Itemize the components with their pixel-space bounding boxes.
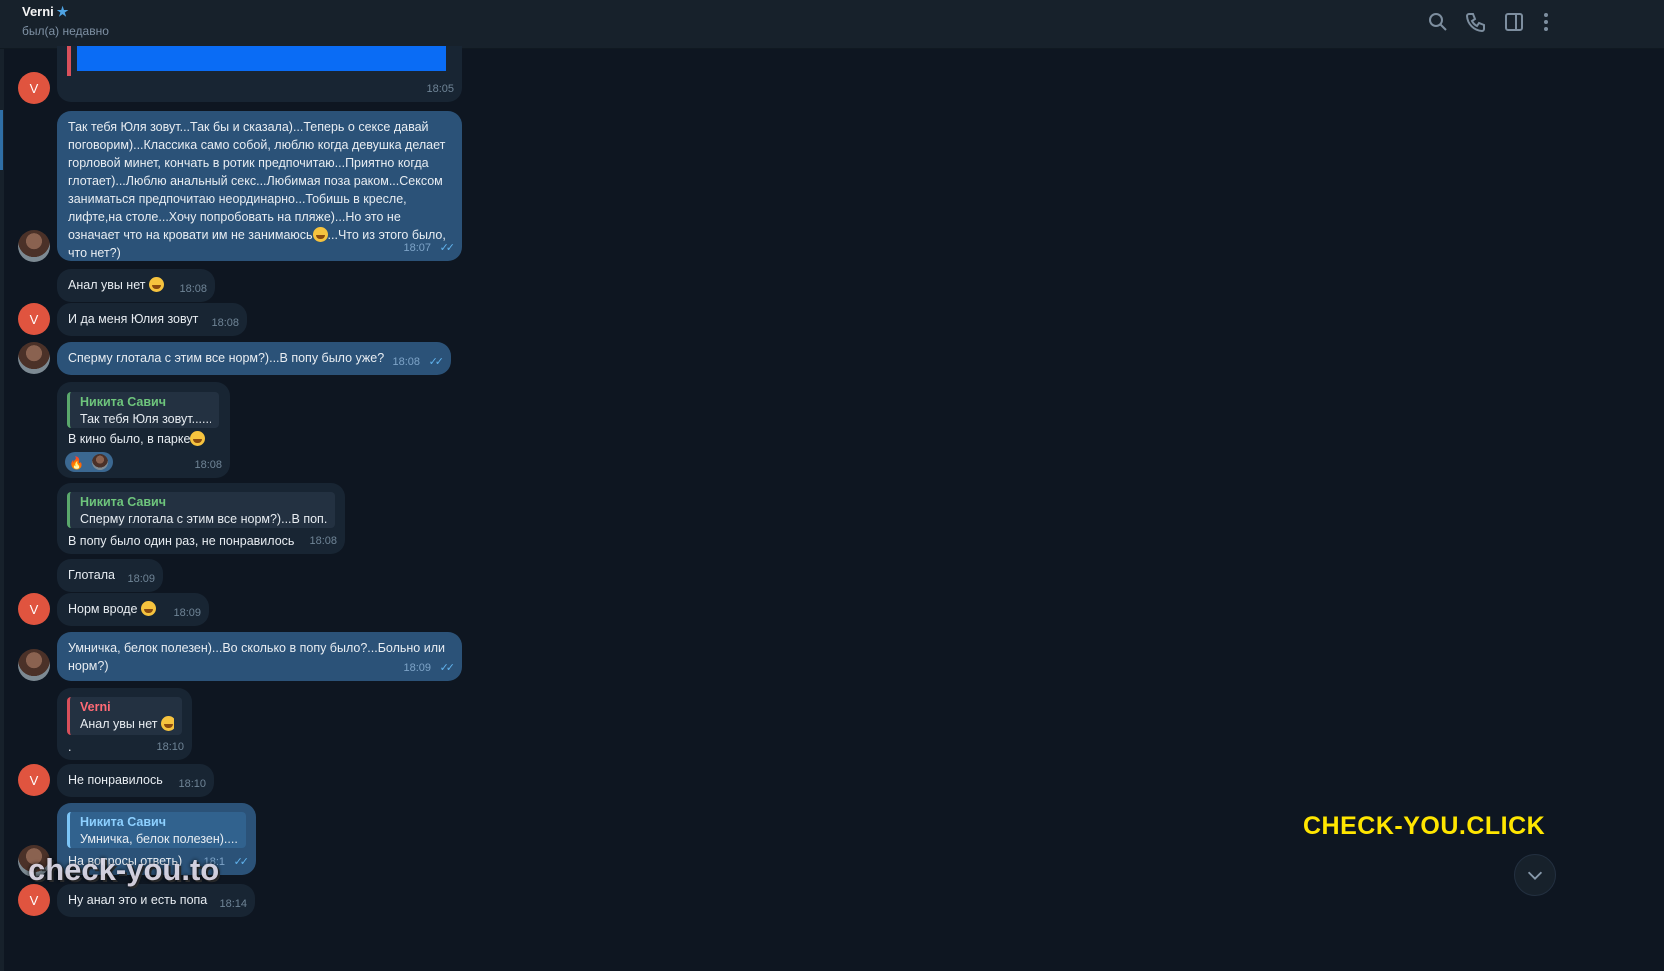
- message-time: 18:14: [219, 898, 247, 910]
- reactions[interactable]: 🔥: [65, 452, 113, 472]
- avatar[interactable]: V: [18, 303, 50, 335]
- message-text: Умничка, белок полезен)...Во сколько в п…: [68, 641, 445, 673]
- reply-text: Так тебя Юля зовут......: [80, 412, 211, 426]
- message-text: Сперму глотала с этим все норм?)...В поп…: [68, 351, 385, 365]
- smile-emoji: [160, 716, 174, 731]
- reply-quote[interactable]: Никита Савич Сперму глотала с этим все н…: [67, 492, 335, 528]
- message-bubble[interactable]: Умничка, белок полезен)...Во сколько в п…: [57, 632, 462, 681]
- reply-text: Умничка, белок полезен).....: [80, 832, 238, 846]
- chevron-down-icon: [1527, 871, 1543, 880]
- chat-title[interactable]: Verni ★: [22, 4, 68, 20]
- message-time: 18:08: [309, 535, 337, 547]
- message-text: В попу было один раз, не понравилось: [68, 534, 295, 548]
- phone-icon[interactable]: [1464, 10, 1488, 34]
- message-bubble[interactable]: Анал увы нет 18:08: [57, 269, 215, 302]
- reply-author: Никита Савич: [80, 495, 166, 509]
- message-time: 18:09: [173, 607, 201, 619]
- message-bubble[interactable]: Verni Анал увы нет . 18:10: [57, 688, 192, 760]
- avatar[interactable]: V: [18, 593, 50, 625]
- smile-emoji: [312, 227, 328, 242]
- message-text: И да меня Юлия зовут: [68, 312, 199, 326]
- message-text-row: В кино было, в парке: [68, 430, 206, 448]
- smile-emoji: [190, 431, 206, 446]
- message-text: Глотала: [68, 568, 115, 582]
- read-checks-icon: ✓✓: [439, 662, 456, 674]
- message-time: 18:08: [392, 356, 420, 368]
- read-checks-icon: ✓✓: [428, 356, 445, 368]
- left-edge: [0, 0, 4, 971]
- chat-status: был(а) недавно: [22, 24, 109, 38]
- message-text: Не понравилось: [68, 773, 163, 787]
- reply-author: Verni: [80, 700, 111, 714]
- reply-text: Сперму глотала с этим все норм?)...В поп…: [80, 512, 327, 526]
- message-bubble[interactable]: Норм вроде 18:09: [57, 593, 209, 626]
- message-time: 18:07: [403, 242, 431, 254]
- message-text: Анал увы нет: [68, 278, 146, 292]
- search-icon[interactable]: [1426, 10, 1450, 34]
- reply-quote[interactable]: Никита Савич Так тебя Юля зовут......: [67, 392, 219, 428]
- message-text: Норм вроде: [68, 602, 138, 616]
- read-checks-icon: ✓✓: [233, 856, 250, 868]
- avatar[interactable]: [18, 342, 50, 374]
- message-time: 18:09: [403, 662, 431, 674]
- reply-bar: [67, 46, 71, 76]
- message-time: 18:08: [194, 459, 222, 471]
- smile-emoji: [148, 277, 164, 292]
- watermark-big: CHECK-YOU.CLICK: [1303, 812, 1546, 840]
- message-bubble[interactable]: Никита Савич Так тебя Юля зовут...... В …: [57, 382, 230, 478]
- reactor-avatar: [92, 454, 108, 470]
- message-bubble[interactable]: Никита Савич Сперму глотала с этим все н…: [57, 483, 345, 554]
- avatar[interactable]: V: [18, 72, 50, 104]
- reply-text: Анал увы нет: [80, 717, 158, 731]
- message-text: .: [68, 740, 72, 754]
- message-text: Ну анал это и есть попа: [68, 893, 208, 907]
- avatar[interactable]: V: [18, 884, 50, 916]
- message-time: 18:08: [211, 317, 239, 329]
- reply-author: Никита Савич: [80, 395, 166, 409]
- scroll-indicator: [0, 110, 3, 170]
- avatar[interactable]: [18, 230, 50, 262]
- chat-header: Verni ★ был(а) недавно: [0, 0, 1664, 49]
- message-time: 18:09: [127, 573, 155, 585]
- message-bubble[interactable]: Ну анал это и есть попа 18:14: [57, 884, 255, 917]
- message-bubble[interactable]: Сперму глотала с этим все норм?)...В поп…: [57, 342, 451, 375]
- reply-quote[interactable]: Никита Савич Умничка, белок полезен)....…: [67, 812, 246, 848]
- message-time: 18:10: [156, 741, 184, 753]
- chat-title-text: Verni: [22, 4, 54, 19]
- scroll-down-button[interactable]: [1514, 854, 1556, 896]
- read-checks-icon: ✓✓: [439, 242, 456, 254]
- message-text: Так тебя Юля зовут...Так бы и сказала)..…: [68, 120, 446, 242]
- message-time: 18:05: [426, 83, 454, 95]
- star-icon: ★: [56, 4, 69, 19]
- avatar[interactable]: V: [18, 764, 50, 796]
- message-text: В кино было, в парке: [68, 432, 191, 446]
- message-bubble[interactable]: Так тебя Юля зовут...Так бы и сказала)..…: [57, 111, 462, 261]
- more-icon[interactable]: [1534, 10, 1558, 34]
- avatar[interactable]: [18, 649, 50, 681]
- watermark-small: check-you.to: [28, 852, 220, 887]
- attached-image[interactable]: [77, 46, 446, 71]
- sidebar-icon[interactable]: [1502, 10, 1526, 34]
- reply-quote[interactable]: Verni Анал увы нет: [67, 697, 182, 735]
- reply-author: Никита Савич: [80, 815, 166, 829]
- message-time: 18:08: [179, 283, 207, 295]
- message-bubble[interactable]: Глотала 18:09: [57, 559, 163, 592]
- smile-emoji: [141, 601, 156, 616]
- message-bubble[interactable]: И да меня Юлия зовут 18:08: [57, 303, 247, 336]
- message-time: 18:10: [178, 778, 206, 790]
- fire-icon: 🔥: [69, 456, 84, 470]
- reply-text-row: Анал увы нет: [80, 716, 174, 733]
- message-bubble[interactable]: Не понравилось 18:10: [57, 764, 214, 797]
